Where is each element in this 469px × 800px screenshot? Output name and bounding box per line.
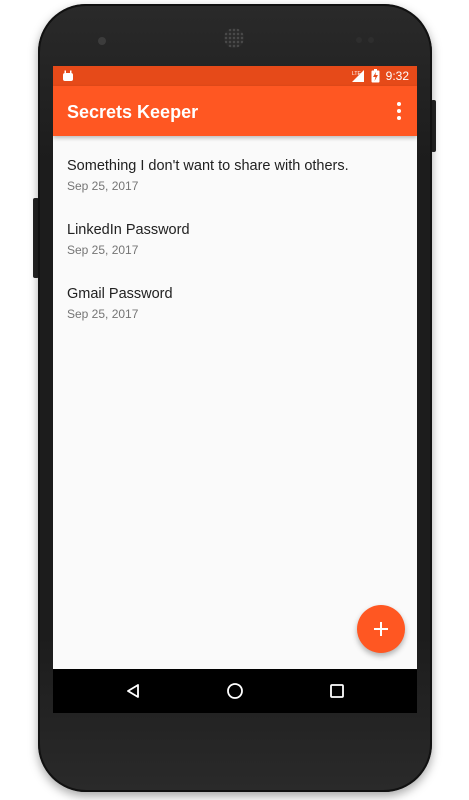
secret-title: Gmail Password	[67, 286, 173, 302]
back-triangle-icon	[127, 684, 139, 698]
recents-square-icon	[330, 684, 344, 698]
navigation-bar	[53, 669, 417, 713]
back-button[interactable]	[119, 677, 147, 705]
android-notification-icon	[63, 70, 73, 81]
home-circle-icon	[227, 683, 243, 699]
more-vert-icon[interactable]	[387, 98, 411, 124]
secret-title: LinkedIn Password	[67, 222, 190, 238]
battery-charging-icon	[371, 69, 380, 83]
secret-date: Sep 25, 2017	[67, 179, 139, 193]
add-secret-button[interactable]	[357, 605, 405, 653]
secret-date: Sep 25, 2017	[67, 307, 139, 321]
status-time: 9:32	[385, 69, 409, 83]
list-item[interactable]: Gmail Password Sep 25, 2017	[53, 264, 417, 328]
status-bar: LTE 9:32	[53, 66, 417, 86]
home-button[interactable]	[221, 677, 249, 705]
status-icons: LTE 9:32	[351, 66, 409, 86]
recents-button[interactable]	[323, 677, 351, 705]
app-bar: Secrets Keeper	[53, 86, 417, 136]
list-item[interactable]: LinkedIn Password Sep 25, 2017	[53, 200, 417, 264]
list-item[interactable]: Something I don't want to share with oth…	[53, 136, 417, 200]
secret-date: Sep 25, 2017	[67, 243, 139, 257]
plus-icon	[374, 622, 388, 636]
proximity-sensor	[356, 37, 362, 43]
app-title: Secrets Keeper	[67, 102, 199, 122]
light-sensor	[368, 37, 374, 43]
earpiece-speaker	[224, 28, 244, 48]
secret-title: Something I don't want to share with oth…	[67, 158, 349, 174]
secrets-list: Something I don't want to share with oth…	[53, 136, 417, 328]
svg-text:LTE: LTE	[352, 71, 361, 77]
front-camera	[98, 37, 106, 45]
signal-icon: LTE	[351, 70, 364, 82]
screen: LTE 9:32 Secrets Keeper Something I don'…	[53, 66, 417, 713]
